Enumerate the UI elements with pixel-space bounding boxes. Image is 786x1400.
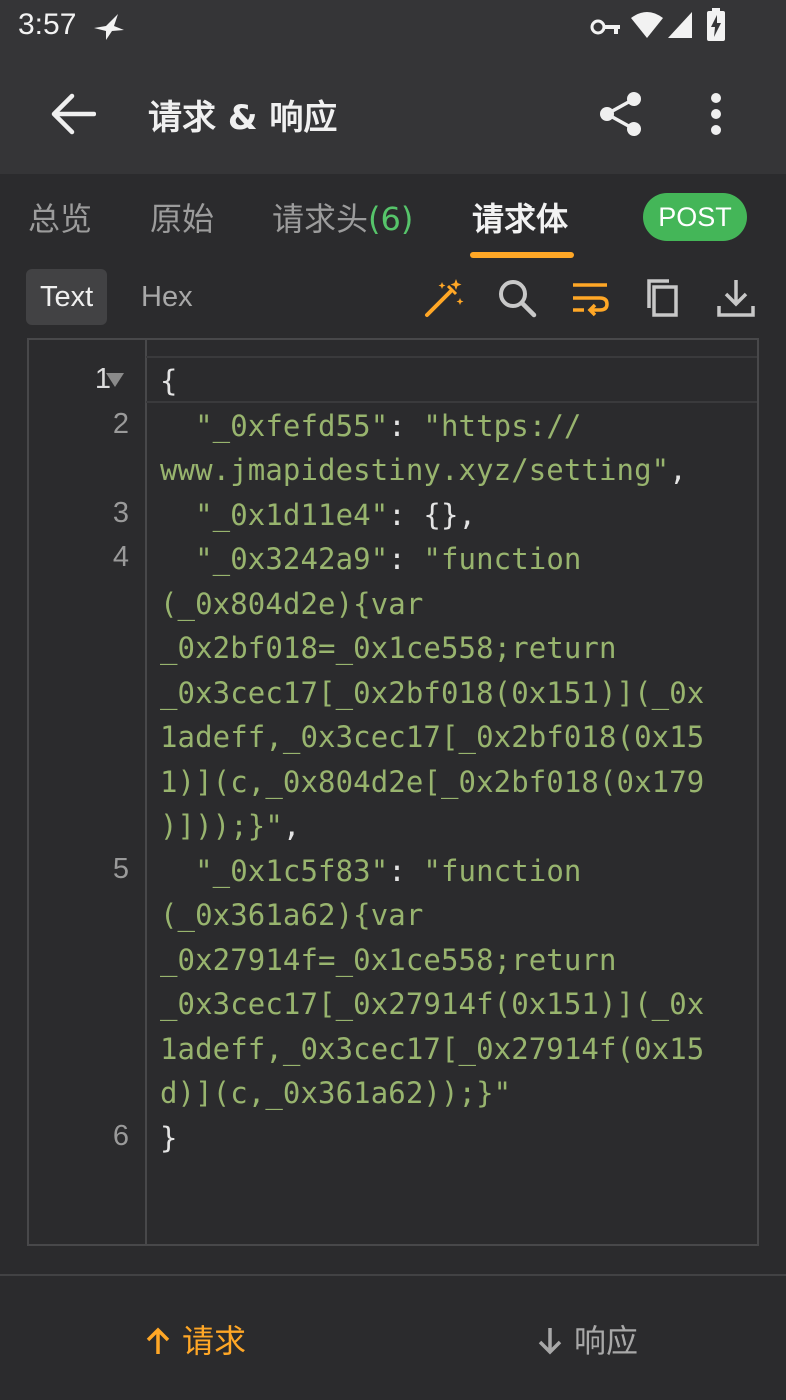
copy-icon[interactable] (641, 276, 685, 320)
tab-bar: 总览 原始 请求头(6) 请求体 POST (0, 174, 786, 260)
code-line: _0x2bf018=_0x1ce558;return (160, 631, 617, 665)
line-number-gutter: 1 2 3 4 5 6 (29, 340, 147, 1244)
divider (146, 356, 757, 358)
status-bar: 3:57 (0, 0, 786, 54)
code-line: 1adeff,_0x3cec17[_0x27914f(0x15 (160, 1031, 705, 1066)
line-number: 2 (112, 408, 129, 440)
wifi-icon (631, 12, 663, 38)
code-line: 1)](c,_0x804d2e[_0x2bf018(0x179 (160, 764, 705, 799)
code-editor[interactable]: 1 2 3 4 5 6 { "_0xfefd55": "https:// www.… (27, 338, 759, 1246)
code-lines: { "_0xfefd55": "https:// www.jmapidestiny… (160, 359, 704, 1160)
code-line: (_0x804d2e){var (160, 586, 424, 621)
hex-mode-button[interactable]: Hex (127, 269, 207, 325)
request-nav-label: 请求 (182, 1322, 247, 1360)
share-icon[interactable] (598, 90, 644, 138)
magic-wand-icon[interactable] (422, 276, 466, 320)
bottom-nav: 请求 响应 (0, 1274, 786, 1400)
vpn-key-icon (590, 19, 620, 35)
arrow-up-icon (146, 1327, 170, 1354)
active-tab-indicator (470, 252, 574, 258)
fold-arrow-icon[interactable] (106, 373, 124, 387)
wrap-text-icon[interactable] (568, 276, 612, 320)
code-line: _0x27914f=_0x1ce558;return (160, 942, 617, 977)
code-line: "_0x3242a9": "function (160, 542, 582, 576)
app-bar: 请求 & 响应 (0, 54, 786, 174)
code-line: } (160, 1120, 178, 1155)
line-number: 3 (112, 497, 129, 529)
search-icon[interactable] (495, 276, 539, 320)
method-badge: POST (643, 193, 747, 241)
code-line: 1adeff,_0x3cec17[_0x2bf018(0x15 (160, 720, 705, 754)
back-arrow-icon[interactable] (50, 92, 96, 136)
code-line: _0x3cec17[_0x27914f(0x151)](_0x (160, 987, 705, 1021)
line-number: 6 (112, 1120, 129, 1152)
battery-charging-icon (707, 8, 725, 41)
line-number: 4 (112, 541, 129, 573)
code-line: "_0x1d11e4": {}, (160, 497, 477, 532)
page-title: 请求 & 响应 (148, 98, 338, 138)
status-time: 3:57 (18, 8, 77, 41)
body-toolbar: Text Hex (0, 260, 786, 336)
text-mode-button[interactable]: Text (26, 269, 108, 325)
code-line: )]));}", (160, 809, 301, 843)
download-icon[interactable] (714, 276, 758, 320)
code-line: _0x3cec17[_0x2bf018(0x151)](_0x (160, 675, 705, 710)
code-line: "_0xfefd55": "https:// (160, 408, 582, 443)
code-line: d)](c,_0x361a62));}" (160, 1076, 512, 1110)
arrow-down-icon (538, 1328, 562, 1355)
line-number: 5 (112, 853, 129, 885)
code-line: www.jmapidestiny.xyz/setting", (160, 453, 687, 487)
more-vert-icon[interactable] (706, 92, 726, 138)
response-nav-button[interactable]: 响应 (536, 1316, 638, 1362)
tab-raw[interactable]: 原始 (150, 194, 214, 240)
signal-icon (668, 12, 692, 38)
code-line: (_0x361a62){var (160, 898, 424, 932)
tab-overview[interactable]: 总览 (28, 194, 92, 240)
tab-request-headers-label: 请求头 (272, 200, 369, 238)
code-line: { (160, 364, 178, 398)
tab-request-headers[interactable]: 请求头(6) (272, 194, 413, 240)
code-line: "_0x1c5f83": "function (160, 853, 582, 888)
header-count-badge: (6) (368, 200, 414, 238)
request-nav-button[interactable]: 请求 (144, 1316, 246, 1362)
tab-request-body[interactable]: 请求体 (472, 194, 568, 240)
bird-icon (94, 14, 124, 40)
response-nav-label: 响应 (574, 1322, 639, 1360)
